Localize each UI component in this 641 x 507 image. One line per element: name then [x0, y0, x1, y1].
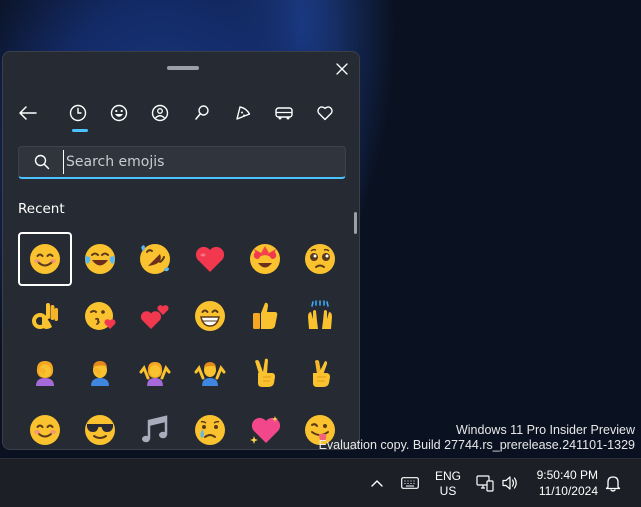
emoji-two-hearts[interactable]	[128, 289, 182, 343]
search-box	[18, 146, 346, 179]
tab-nature[interactable]	[185, 96, 219, 130]
red-heart-icon	[195, 246, 225, 272]
input-language-button[interactable]: ENG US	[430, 468, 466, 500]
chevron-up-icon	[371, 480, 383, 487]
raising-hands-icon	[308, 300, 332, 329]
clock-icon	[69, 104, 87, 122]
emoji-red-heart[interactable]	[183, 232, 237, 286]
face-blowing-a-kiss-icon	[85, 302, 116, 330]
search-input[interactable]	[63, 150, 336, 174]
ok-hand-icon	[32, 303, 58, 329]
smiley-icon	[110, 104, 128, 122]
pizza-icon	[236, 106, 251, 120]
close-icon	[336, 63, 348, 75]
close-button[interactable]	[329, 56, 355, 82]
leaf-icon	[195, 105, 209, 120]
bell-icon	[605, 476, 621, 492]
drag-handle[interactable]	[167, 66, 199, 70]
man-facepalming-icon	[91, 361, 109, 386]
crossed-fingers-icon	[313, 360, 330, 387]
emoji-crying-face[interactable]	[183, 403, 237, 449]
man-shrugging-icon	[194, 362, 226, 386]
emoji-grinning-face[interactable]	[183, 289, 237, 343]
face-with-tears-of-joy-icon	[85, 244, 115, 274]
emoji-smiling-face-with-sunglasses[interactable]	[73, 403, 127, 449]
emoji-man-facepalming[interactable]	[73, 346, 127, 400]
touch-keyboard-button[interactable]	[398, 473, 422, 493]
scrollbar-thumb[interactable]	[354, 212, 357, 234]
emoji-crossed-fingers[interactable]	[293, 346, 347, 400]
two-hearts-icon	[140, 305, 169, 329]
musical-notes-icon	[142, 415, 168, 443]
bus-icon	[275, 107, 293, 120]
emoji-panel: Recent	[2, 51, 360, 450]
emoji-woman-shrugging[interactable]	[128, 346, 182, 400]
victory-hand-icon	[255, 358, 275, 387]
people-icon	[151, 104, 169, 122]
tab-smileys[interactable]	[102, 96, 136, 130]
woman-shrugging-icon	[139, 362, 171, 386]
back-arrow-icon	[19, 106, 37, 120]
section-title: Recent	[18, 201, 65, 217]
emoji-rolling-on-the-floor-laughing[interactable]	[128, 232, 182, 286]
emoji-smiling-face-with-smiling-eyes[interactable]	[18, 232, 72, 286]
tab-recent[interactable]	[61, 96, 95, 132]
tab-people[interactable]	[143, 96, 177, 130]
heart-icon	[317, 106, 333, 121]
speaker-icon	[502, 476, 517, 490]
clock-button[interactable]: 9:50:40 PM 11/10/2024	[526, 466, 598, 500]
smiling-face-with-smiling-eyes-icon	[30, 244, 60, 274]
clock-time: 9:50:40 PM	[536, 468, 598, 482]
region-code: US	[439, 484, 457, 498]
category-tabbar	[11, 96, 351, 132]
emoji-musical-notes[interactable]	[128, 403, 182, 449]
taskbar: ENG US 9:50:40 PM 11/10/2024	[0, 458, 641, 507]
watermark-line1: Windows 11 Pro Insider Preview	[455, 423, 635, 437]
show-hidden-icons-button[interactable]	[366, 473, 388, 493]
emoji-woman-facepalming[interactable]	[18, 346, 72, 400]
emoji-smiling-face[interactable]	[18, 403, 72, 449]
tab-symbols[interactable]	[308, 96, 342, 130]
search-icon	[34, 154, 50, 170]
tab-travel[interactable]	[267, 96, 301, 130]
star-struck-icon	[250, 244, 280, 274]
keyboard-icon	[401, 477, 419, 489]
woman-facepalming-icon	[36, 361, 54, 386]
thumbs-up-icon	[253, 302, 278, 329]
sparkling-heart-icon	[250, 416, 281, 444]
rolling-on-the-floor-laughing-icon	[140, 244, 170, 274]
crying-face-icon	[195, 415, 225, 445]
clock-date: 11/10/2024	[538, 484, 598, 498]
network-button[interactable]	[474, 471, 496, 495]
back-button[interactable]	[11, 96, 45, 130]
emoji-thumbs-up[interactable]	[238, 289, 292, 343]
notifications-button[interactable]	[602, 472, 624, 494]
smiling-face-icon	[30, 415, 60, 445]
language-code: ENG	[434, 469, 461, 483]
emoji-man-shrugging[interactable]	[183, 346, 237, 400]
pleading-face-icon	[305, 244, 335, 274]
grinning-face-icon	[195, 301, 225, 331]
emoji-face-with-tears-of-joy[interactable]	[73, 232, 127, 286]
emoji-sparkling-heart[interactable]	[238, 403, 292, 449]
volume-button[interactable]	[499, 471, 521, 495]
tab-food[interactable]	[226, 96, 260, 130]
emoji-star-struck[interactable]	[238, 232, 292, 286]
smiling-face-with-sunglasses-icon	[85, 415, 115, 445]
emoji-face-blowing-a-kiss[interactable]	[73, 289, 127, 343]
emoji-ok-hand[interactable]	[18, 289, 72, 343]
watermark-line2: Evaluation copy. Build 27744.rs_prerelea…	[318, 438, 635, 452]
emoji-pleading-face[interactable]	[293, 232, 347, 286]
emoji-victory-hand[interactable]	[238, 346, 292, 400]
active-tab-indicator	[72, 129, 88, 132]
emoji-raising-hands[interactable]	[293, 289, 347, 343]
network-icon	[476, 475, 494, 492]
